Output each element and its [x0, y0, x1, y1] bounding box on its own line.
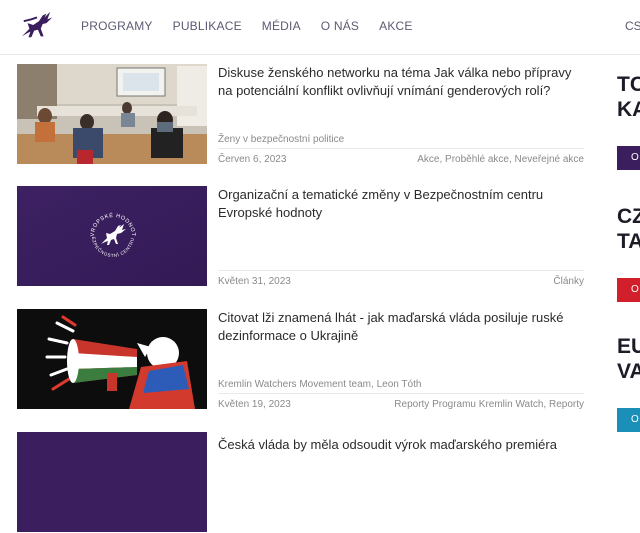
article-title[interactable]: Diskuse ženského networku na téma Jak vá… [218, 64, 588, 100]
pegasus-logo-icon[interactable] [18, 8, 56, 42]
article-card: Citovat lži znamená lhát - jak maďarská … [17, 309, 584, 410]
article-card: Česká vláda by měla odsoudit výrok maďar… [17, 432, 584, 533]
evropske-hodnoty-logo: EVROPSKÉ HODNOTY BEZPEČNOSTNÍ CENTRUM [17, 186, 207, 286]
article-tags[interactable]: Články [553, 276, 584, 287]
sidebar-teaser-line: TC [617, 73, 640, 96]
article-tags[interactable]: Reporty Programu Kremlin Watch, Reporty [394, 399, 584, 410]
sidebar-teaser-button[interactable]: O [617, 146, 640, 170]
article-title[interactable]: Citovat lži znamená lhát - jak maďarská … [218, 309, 588, 345]
sidebar-teaser-line: TA [617, 230, 640, 253]
language-switch[interactable]: CS [625, 19, 640, 33]
sidebar-teaser-title[interactable]: CZ TA [617, 204, 640, 254]
article-divider [218, 393, 584, 394]
article-divider [218, 148, 584, 149]
nav-o-nas[interactable]: O NÁS [321, 19, 359, 33]
article-date: Květen 31, 2023 [218, 276, 291, 287]
article-card: Diskuse ženského networku na téma Jak vá… [17, 64, 584, 165]
sidebar-teaser-title[interactable]: EU VA [617, 334, 640, 384]
nav-programy[interactable]: PROGRAMY [81, 19, 153, 33]
article-card: EVROPSKÉ HODNOTY BEZPEČNOSTNÍ CENTRUM Or… [17, 186, 584, 287]
sidebar-teaser-title[interactable]: TC KA [617, 72, 640, 122]
main-nav: PROGRAMY PUBLIKACE MÉDIA O NÁS AKCE [81, 19, 433, 33]
nav-akce[interactable]: AKCE [379, 19, 412, 33]
sidebar-teaser-line: CZ [617, 205, 640, 228]
conference-room-photo [17, 64, 207, 164]
article-title[interactable]: Česká vláda by měla odsoudit výrok maďar… [218, 436, 588, 454]
nav-media[interactable]: MÉDIA [262, 19, 301, 33]
article-date: Květen 19, 2023 [218, 399, 291, 410]
sidebar-teaser-button[interactable]: O [617, 408, 640, 432]
nav-publikace[interactable]: PUBLIKACE [173, 19, 242, 33]
site-header: PROGRAMY PUBLIKACE MÉDIA O NÁS AKCE CS [0, 0, 640, 55]
sidebar-teaser-line: EU [617, 335, 640, 358]
sidebar-teaser-button[interactable]: O [617, 278, 640, 302]
article-divider [218, 270, 584, 271]
article-tags[interactable]: Akce, Proběhlé akce, Neveřejné akce [417, 154, 584, 165]
article-authors[interactable]: Ženy v bezpečnostní politice [218, 134, 344, 145]
article-thumbnail[interactable]: EVROPSKÉ HODNOTY BEZPEČNOSTNÍ CENTRUM [17, 186, 207, 286]
megaphone-illustration [17, 309, 207, 409]
sidebar-teaser-line: KA [617, 98, 640, 121]
sidebar-teaser-line: VA [617, 360, 640, 383]
article-title[interactable]: Organizační a tematické změny v Bezpečno… [218, 186, 588, 222]
article-date: Červen 6, 2023 [218, 154, 287, 165]
article-thumbnail[interactable] [17, 309, 207, 409]
article-thumbnail[interactable] [17, 64, 207, 164]
article-thumbnail[interactable] [17, 432, 207, 532]
article-authors[interactable]: Kremlin Watchers Movement team, Leon Tót… [218, 379, 421, 390]
